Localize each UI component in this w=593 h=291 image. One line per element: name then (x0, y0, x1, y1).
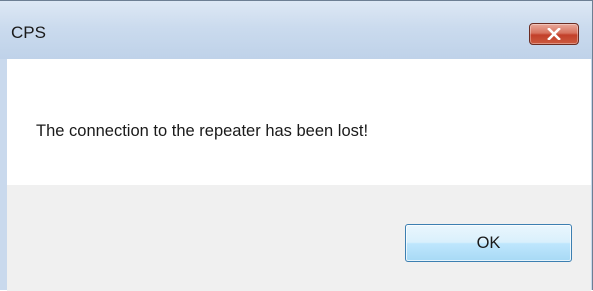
message-dialog: CPS The connection to the repeater has b… (0, 0, 593, 291)
title-bar[interactable]: CPS (0, 1, 592, 59)
window-title: CPS (11, 23, 46, 42)
message-text: The connection to the repeater has been … (36, 122, 369, 140)
close-icon (547, 28, 561, 40)
message-area: The connection to the repeater has been … (7, 59, 591, 185)
close-button[interactable] (529, 23, 579, 45)
ok-button[interactable]: OK (405, 224, 572, 262)
dialog-body: The connection to the repeater has been … (7, 59, 591, 291)
